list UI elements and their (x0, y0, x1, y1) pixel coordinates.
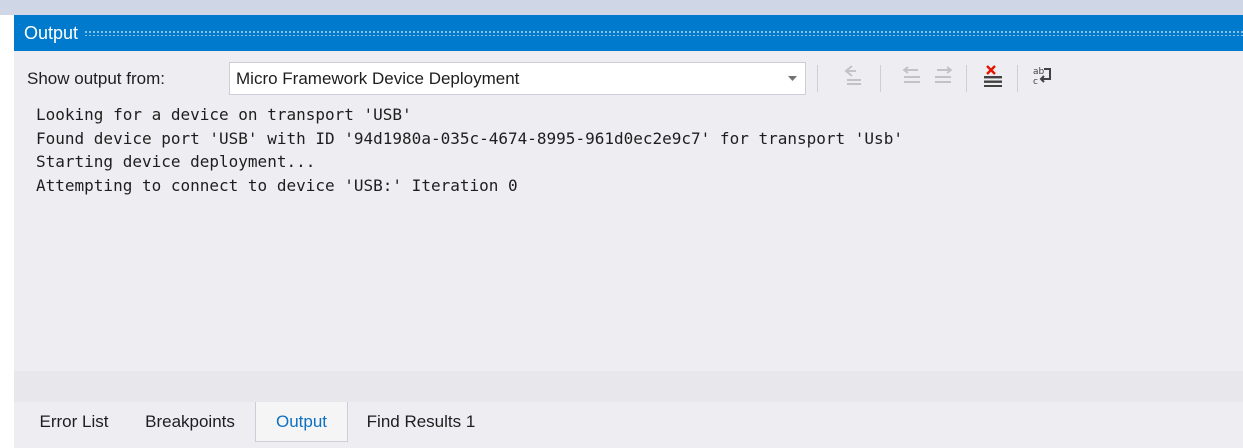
tool-window-tab-bar: Error List Breakpoints Output Find Resul… (14, 402, 1243, 448)
find-message-in-code-button[interactable] (840, 64, 868, 92)
output-source-dropdown[interactable]: Micro Framework Device Deployment (229, 62, 806, 95)
title-bar-grip[interactable] (84, 30, 1243, 36)
toolbar-separator (1017, 65, 1018, 92)
toolbar-separator (966, 65, 967, 92)
output-text-area[interactable]: Looking for a device on transport 'USB' … (14, 99, 1243, 371)
toggle-word-wrap-icon: ab c (1032, 65, 1054, 92)
output-line: Found device port 'USB' with ID '94d1980… (36, 128, 903, 148)
output-line: Starting device deployment... (36, 152, 316, 171)
svg-text:ab: ab (1033, 67, 1045, 77)
go-to-previous-message-icon (902, 65, 922, 91)
tab-breakpoints[interactable]: Breakpoints (125, 402, 255, 442)
go-to-previous-message-button[interactable] (898, 64, 926, 92)
clear-all-icon (982, 64, 1004, 92)
toggle-word-wrap-button[interactable]: ab c (1029, 64, 1057, 92)
show-output-from-label: Show output from: (27, 69, 165, 88)
svg-text:c: c (1033, 77, 1038, 87)
window-top-strip (0, 0, 1243, 15)
tab-find-results-1[interactable]: Find Results 1 (348, 402, 494, 442)
output-line: Looking for a device on transport 'USB' (36, 105, 412, 124)
output-line: Attempting to connect to device 'USB:' I… (36, 175, 518, 195)
horizontal-scrollbar[interactable] (14, 371, 1243, 402)
go-to-next-message-button[interactable] (929, 64, 957, 92)
toolbar-separator (880, 65, 881, 92)
toolbar-separator (817, 65, 818, 92)
output-source-value: Micro Framework Device Deployment (236, 68, 520, 88)
output-toolbar: Show output from: Micro Framework Device… (14, 60, 1243, 98)
output-title: Output (24, 22, 79, 43)
chevron-down-icon[interactable] (779, 63, 805, 94)
tab-error-list[interactable]: Error List (23, 402, 125, 442)
clear-all-button[interactable] (979, 64, 1007, 92)
output-tool-window: Output Show output from: Micro Framework… (14, 15, 1243, 402)
go-to-next-message-icon (933, 65, 953, 91)
tab-output[interactable]: Output (255, 402, 348, 442)
find-message-in-code-icon (844, 64, 864, 92)
output-title-bar[interactable]: Output (14, 15, 1243, 51)
